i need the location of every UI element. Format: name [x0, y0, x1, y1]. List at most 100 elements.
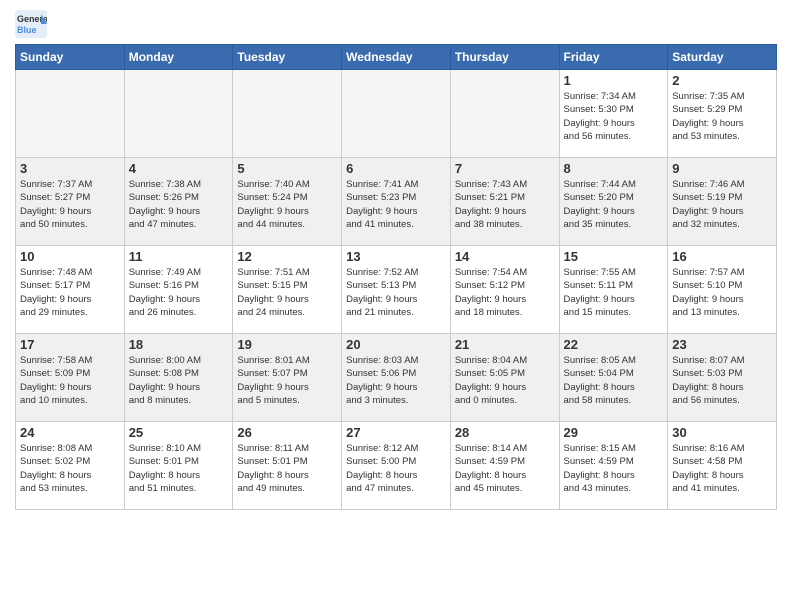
day-number: 7	[455, 161, 555, 176]
day-info: Sunrise: 7:38 AM Sunset: 5:26 PM Dayligh…	[129, 178, 229, 231]
day-number: 3	[20, 161, 120, 176]
day-number: 6	[346, 161, 446, 176]
day-number: 27	[346, 425, 446, 440]
day-number: 18	[129, 337, 229, 352]
calendar-cell: 1 Sunrise: 7:34 AM Sunset: 5:30 PM Daylig…	[559, 70, 668, 158]
day-number: 23	[672, 337, 772, 352]
day-info: Sunrise: 8:04 AM Sunset: 5:05 PM Dayligh…	[455, 354, 555, 407]
logo-icon: General Blue	[15, 10, 47, 38]
day-number: 20	[346, 337, 446, 352]
day-number: 10	[20, 249, 120, 264]
day-info: Sunrise: 8:07 AM Sunset: 5:03 PM Dayligh…	[672, 354, 772, 407]
day-info: Sunrise: 7:55 AM Sunset: 5:11 PM Dayligh…	[564, 266, 664, 319]
calendar-cell: 17 Sunrise: 7:58 AM Sunset: 5:09 PM Dayli…	[16, 334, 125, 422]
calendar-cell: 23 Sunrise: 8:07 AM Sunset: 5:03 PM Dayli…	[668, 334, 777, 422]
day-info: Sunrise: 7:58 AM Sunset: 5:09 PM Dayligh…	[20, 354, 120, 407]
day-info: Sunrise: 7:51 AM Sunset: 5:15 PM Dayligh…	[237, 266, 337, 319]
calendar-week-2: 3 Sunrise: 7:37 AM Sunset: 5:27 PM Daylig…	[16, 158, 777, 246]
day-number: 16	[672, 249, 772, 264]
day-info: Sunrise: 7:37 AM Sunset: 5:27 PM Dayligh…	[20, 178, 120, 231]
day-info: Sunrise: 8:01 AM Sunset: 5:07 PM Dayligh…	[237, 354, 337, 407]
calendar-week-5: 24 Sunrise: 8:08 AM Sunset: 5:02 PM Dayli…	[16, 422, 777, 510]
calendar-cell: 26Sunrise: 8:11 AM Sunset: 5:01 PM Dayli…	[233, 422, 342, 510]
calendar-cell: 16 Sunrise: 7:57 AM Sunset: 5:10 PM Dayli…	[668, 246, 777, 334]
svg-text:Blue: Blue	[17, 25, 37, 35]
day-number: 19	[237, 337, 337, 352]
weekday-header-row: SundayMondayTuesdayWednesdayThursdayFrid…	[16, 45, 777, 70]
day-info: Sunrise: 8:03 AM Sunset: 5:06 PM Dayligh…	[346, 354, 446, 407]
calendar-week-1: 1 Sunrise: 7:34 AM Sunset: 5:30 PM Daylig…	[16, 70, 777, 158]
day-number: 14	[455, 249, 555, 264]
page-header: General Blue	[15, 10, 777, 38]
weekday-header-wednesday: Wednesday	[342, 45, 451, 70]
calendar-cell	[233, 70, 342, 158]
day-number: 29	[564, 425, 664, 440]
day-number: 21	[455, 337, 555, 352]
calendar-cell: 13 Sunrise: 7:52 AM Sunset: 5:13 PM Dayli…	[342, 246, 451, 334]
day-number: 30	[672, 425, 772, 440]
day-number: 8	[564, 161, 664, 176]
day-number: 12	[237, 249, 337, 264]
calendar-cell: 12 Sunrise: 7:51 AM Sunset: 5:15 PM Dayli…	[233, 246, 342, 334]
weekday-header-monday: Monday	[124, 45, 233, 70]
calendar-cell: 28 Sunrise: 8:14 AM Sunset: 4:59 PM Dayli…	[450, 422, 559, 510]
day-number: 22	[564, 337, 664, 352]
day-info: Sunrise: 7:57 AM Sunset: 5:10 PM Dayligh…	[672, 266, 772, 319]
day-info: Sunrise: 7:40 AM Sunset: 5:24 PM Dayligh…	[237, 178, 337, 231]
day-info: Sunrise: 7:35 AM Sunset: 5:29 PM Dayligh…	[672, 90, 772, 143]
calendar-cell: 27 Sunrise: 8:12 AM Sunset: 5:00 PM Dayli…	[342, 422, 451, 510]
day-info: Sunrise: 8:15 AM Sunset: 4:59 PM Dayligh…	[564, 442, 664, 495]
day-number: 26	[237, 425, 337, 440]
day-info: Sunrise: 7:54 AM Sunset: 5:12 PM Dayligh…	[455, 266, 555, 319]
day-number: 11	[129, 249, 229, 264]
calendar-cell: 3 Sunrise: 7:37 AM Sunset: 5:27 PM Daylig…	[16, 158, 125, 246]
calendar-cell: 24 Sunrise: 8:08 AM Sunset: 5:02 PM Dayli…	[16, 422, 125, 510]
calendar-table: SundayMondayTuesdayWednesdayThursdayFrid…	[15, 44, 777, 510]
day-info: Sunrise: 7:43 AM Sunset: 5:21 PM Dayligh…	[455, 178, 555, 231]
day-number: 13	[346, 249, 446, 264]
calendar-cell	[124, 70, 233, 158]
day-info: Sunrise: 7:44 AM Sunset: 5:20 PM Dayligh…	[564, 178, 664, 231]
calendar-cell: 29 Sunrise: 8:15 AM Sunset: 4:59 PM Dayli…	[559, 422, 668, 510]
calendar-cell	[450, 70, 559, 158]
logo: General Blue	[15, 10, 51, 38]
day-number: 24	[20, 425, 120, 440]
calendar-cell	[342, 70, 451, 158]
calendar-week-3: 10Sunrise: 7:48 AM Sunset: 5:17 PM Dayli…	[16, 246, 777, 334]
day-number: 15	[564, 249, 664, 264]
calendar-cell: 18 Sunrise: 8:00 AM Sunset: 5:08 PM Dayli…	[124, 334, 233, 422]
day-number: 9	[672, 161, 772, 176]
calendar-cell: 7 Sunrise: 7:43 AM Sunset: 5:21 PM Daylig…	[450, 158, 559, 246]
calendar-cell: 19 Sunrise: 8:01 AM Sunset: 5:07 PM Dayli…	[233, 334, 342, 422]
calendar-cell: 25Sunrise: 8:10 AM Sunset: 5:01 PM Dayli…	[124, 422, 233, 510]
day-number: 2	[672, 73, 772, 88]
day-info: Sunrise: 8:14 AM Sunset: 4:59 PM Dayligh…	[455, 442, 555, 495]
calendar-cell: 30 Sunrise: 8:16 AM Sunset: 4:58 PM Dayli…	[668, 422, 777, 510]
day-info: Sunrise: 7:49 AM Sunset: 5:16 PM Dayligh…	[129, 266, 229, 319]
calendar-cell: 10Sunrise: 7:48 AM Sunset: 5:17 PM Dayli…	[16, 246, 125, 334]
day-info: Sunrise: 7:34 AM Sunset: 5:30 PM Dayligh…	[564, 90, 664, 143]
day-info: Sunrise: 8:12 AM Sunset: 5:00 PM Dayligh…	[346, 442, 446, 495]
day-info: Sunrise: 8:00 AM Sunset: 5:08 PM Dayligh…	[129, 354, 229, 407]
day-info: Sunrise: 7:52 AM Sunset: 5:13 PM Dayligh…	[346, 266, 446, 319]
day-number: 17	[20, 337, 120, 352]
day-info: Sunrise: 8:08 AM Sunset: 5:02 PM Dayligh…	[20, 442, 120, 495]
calendar-cell: 4Sunrise: 7:38 AM Sunset: 5:26 PM Daylig…	[124, 158, 233, 246]
calendar-cell: 8 Sunrise: 7:44 AM Sunset: 5:20 PM Daylig…	[559, 158, 668, 246]
weekday-header-friday: Friday	[559, 45, 668, 70]
calendar-cell: 9 Sunrise: 7:46 AM Sunset: 5:19 PM Daylig…	[668, 158, 777, 246]
day-number: 25	[129, 425, 229, 440]
calendar-cell: 20 Sunrise: 8:03 AM Sunset: 5:06 PM Dayli…	[342, 334, 451, 422]
calendar-cell: 15 Sunrise: 7:55 AM Sunset: 5:11 PM Dayli…	[559, 246, 668, 334]
day-info: Sunrise: 8:05 AM Sunset: 5:04 PM Dayligh…	[564, 354, 664, 407]
day-info: Sunrise: 7:46 AM Sunset: 5:19 PM Dayligh…	[672, 178, 772, 231]
calendar-cell: 2 Sunrise: 7:35 AM Sunset: 5:29 PM Daylig…	[668, 70, 777, 158]
day-number: 1	[564, 73, 664, 88]
calendar-cell: 14 Sunrise: 7:54 AM Sunset: 5:12 PM Dayli…	[450, 246, 559, 334]
day-number: 28	[455, 425, 555, 440]
weekday-header-saturday: Saturday	[668, 45, 777, 70]
calendar-cell: 11 Sunrise: 7:49 AM Sunset: 5:16 PM Dayli…	[124, 246, 233, 334]
day-info: Sunrise: 8:16 AM Sunset: 4:58 PM Dayligh…	[672, 442, 772, 495]
day-number: 5	[237, 161, 337, 176]
weekday-header-tuesday: Tuesday	[233, 45, 342, 70]
